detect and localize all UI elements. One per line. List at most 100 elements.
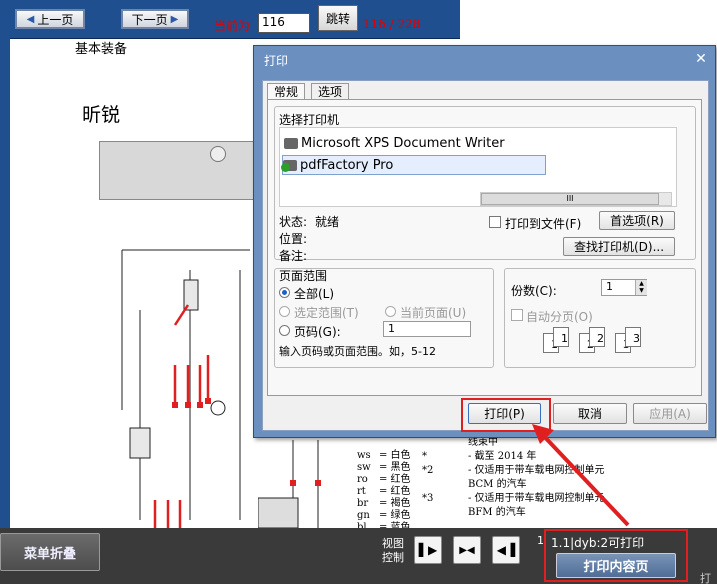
preferences-button[interactable]: 首选项(R): [599, 211, 675, 230]
range-all-label: 全部(L): [294, 287, 335, 301]
horizontal-scrollbar[interactable]: III: [480, 192, 672, 206]
dialog-body: 常规 选项 选择打印机 Microsoft XPS Document Write…: [262, 80, 709, 432]
page-count: 116 / 228: [363, 17, 421, 31]
legend-code: br: [357, 498, 369, 509]
prev-page-label: 上一页: [37, 12, 74, 27]
wiring-diagram: [121, 249, 250, 528]
range-current-radio[interactable]: [385, 306, 396, 317]
jump-button[interactable]: 跳转: [318, 5, 358, 31]
copies-group: 份数(C): 1 ▲▼ 自动分页(O) 112233: [504, 268, 696, 368]
page-range-label: 页面范围: [279, 269, 328, 283]
annotation-arrow: [532, 424, 630, 527]
legend-code: ro: [357, 474, 368, 485]
footnote-text: - 截至 2014 年: [468, 451, 537, 462]
print-status: 1.1|dyb:2可打印: [551, 536, 645, 550]
close-icon[interactable]: ✕: [693, 51, 709, 67]
footnote-text: 线束中: [468, 437, 498, 448]
collate-page-icon: 1: [553, 327, 569, 347]
arrow-left-bar-icon: ◀▐: [496, 543, 516, 557]
wiring-diagram-lower: [258, 440, 321, 528]
legend-code: ws: [357, 450, 371, 461]
doc-heading-basic: 基本装备: [75, 42, 128, 57]
footnote-mark: *2: [422, 465, 434, 476]
collate-page-icon: 3: [625, 327, 641, 347]
doc-header-strip: [99, 141, 256, 200]
range-pages-radio[interactable]: [279, 325, 290, 336]
legend-row: sw = 黑色: [357, 462, 411, 474]
legend-row: rt = 红色: [357, 486, 411, 498]
print-dialog: 打印 ✕ 常规 选项 选择打印机 Microsoft XPS Document …: [253, 45, 716, 438]
arrow-right-icon: ▶: [170, 13, 179, 25]
prev-page-button[interactable]: ◀ 上一页: [15, 9, 85, 29]
legend-code: sw: [357, 462, 371, 473]
dialog-title: 打印: [264, 54, 289, 68]
collate-checkbox[interactable]: [511, 309, 523, 321]
legend-row: ws = 白色: [357, 450, 411, 462]
footnote-text: BFM 的汽车: [468, 507, 526, 518]
range-selection-radio[interactable]: [279, 306, 290, 317]
footnote-text: BCM 的汽车: [468, 479, 527, 490]
arrow-left-icon: ◀: [26, 13, 35, 25]
printer-item-xps[interactable]: Microsoft XPS Document Writer: [284, 136, 505, 151]
arrows-inward-icon: ▶◀: [459, 544, 475, 556]
menu-collapse-button[interactable]: 菜单折叠: [0, 533, 100, 571]
apply-button[interactable]: 应用(A): [633, 403, 707, 424]
next-page-label: 下一页: [131, 12, 168, 27]
copies-label: 份数(C):: [511, 284, 557, 298]
footnote-mark: *: [422, 451, 427, 462]
view-control-label: 视图 控制: [382, 537, 404, 564]
select-printer-label: 选择打印机: [279, 113, 340, 127]
printer-name: pdfFactory Pro: [300, 157, 394, 173]
pages-hint: 输入页码或页面范围。如，5-12: [279, 345, 436, 358]
ground-symbol-icon: [210, 146, 226, 162]
copies-spinner[interactable]: ▲ ▼: [635, 280, 647, 295]
view-right-button[interactable]: ▌▶: [414, 536, 442, 564]
find-printer-button[interactable]: 查找打印机(D)...: [563, 237, 675, 256]
arrow-right-bar-icon: ▌▶: [418, 543, 438, 557]
page-range-group: 页面范围 全部(L) 选定范围(T) 当前页面(U) 页码(G): 1 输入页码…: [274, 268, 494, 368]
current-page-input[interactable]: 116: [258, 13, 310, 33]
legend-text: = 绿色: [379, 510, 411, 521]
range-selection-label: 选定范围(T): [294, 306, 359, 320]
tab-general[interactable]: 常规: [267, 83, 306, 100]
range-all-radio[interactable]: [279, 287, 290, 298]
print-to-file-checkbox[interactable]: [489, 216, 501, 228]
tab-options[interactable]: 选项: [311, 83, 350, 100]
next-page-button[interactable]: 下一页 ▶: [121, 9, 189, 29]
legend-text: = 褐色: [379, 498, 411, 509]
page-number: 1: [537, 534, 544, 547]
footnote-mark: *3: [422, 493, 434, 504]
legend-code: gn: [357, 510, 370, 521]
collate-page-icon: 2: [589, 327, 605, 347]
legend-text: = 白色: [379, 450, 411, 461]
legend-row: br = 褐色: [357, 498, 411, 510]
location-label: 位置:: [279, 232, 308, 246]
range-current-label: 当前页面(U): [400, 306, 467, 320]
legend-text: = 红色: [379, 486, 411, 497]
current-page-label: 当前为: [214, 19, 251, 33]
status-label: 状态:: [279, 215, 308, 229]
printer-icon: [284, 138, 298, 149]
legend-code: rt: [357, 486, 366, 497]
legend-text: = 红色: [379, 474, 411, 485]
printer-list[interactable]: Microsoft XPS Document Writer pdfFactory…: [279, 127, 677, 207]
default-printer-icon: [281, 159, 297, 172]
status-value: 就绪: [315, 215, 340, 229]
pages-input[interactable]: 1: [383, 321, 471, 337]
left-border: [0, 38, 10, 528]
print-to-file-label: 打印到文件(F): [505, 217, 582, 231]
view-center-button[interactable]: ▶◀: [453, 536, 481, 564]
legend-text: = 黑色: [379, 462, 411, 473]
color-legend: ws= 白色sw= 黑色ro= 红色rt= 红色br= 褐色gn= 绿色bl= …: [357, 450, 411, 534]
dialog-titlebar[interactable]: 打印 ✕: [254, 46, 715, 72]
print-content-button[interactable]: 打印内容页: [556, 553, 676, 578]
doc-heading-model: 昕锐: [82, 104, 121, 126]
legend-row: gn = 绿色: [357, 510, 411, 522]
scrollbar-thumb[interactable]: III: [481, 193, 659, 205]
range-pages-label: 页码(G):: [294, 325, 341, 339]
collate-label: 自动分页(O): [526, 310, 593, 324]
printer-name: Microsoft XPS Document Writer: [301, 136, 505, 151]
printer-item-pdffactory[interactable]: pdfFactory Pro: [281, 155, 546, 175]
view-left-button[interactable]: ◀▐: [492, 536, 520, 564]
comment-label: 备注:: [279, 249, 308, 263]
